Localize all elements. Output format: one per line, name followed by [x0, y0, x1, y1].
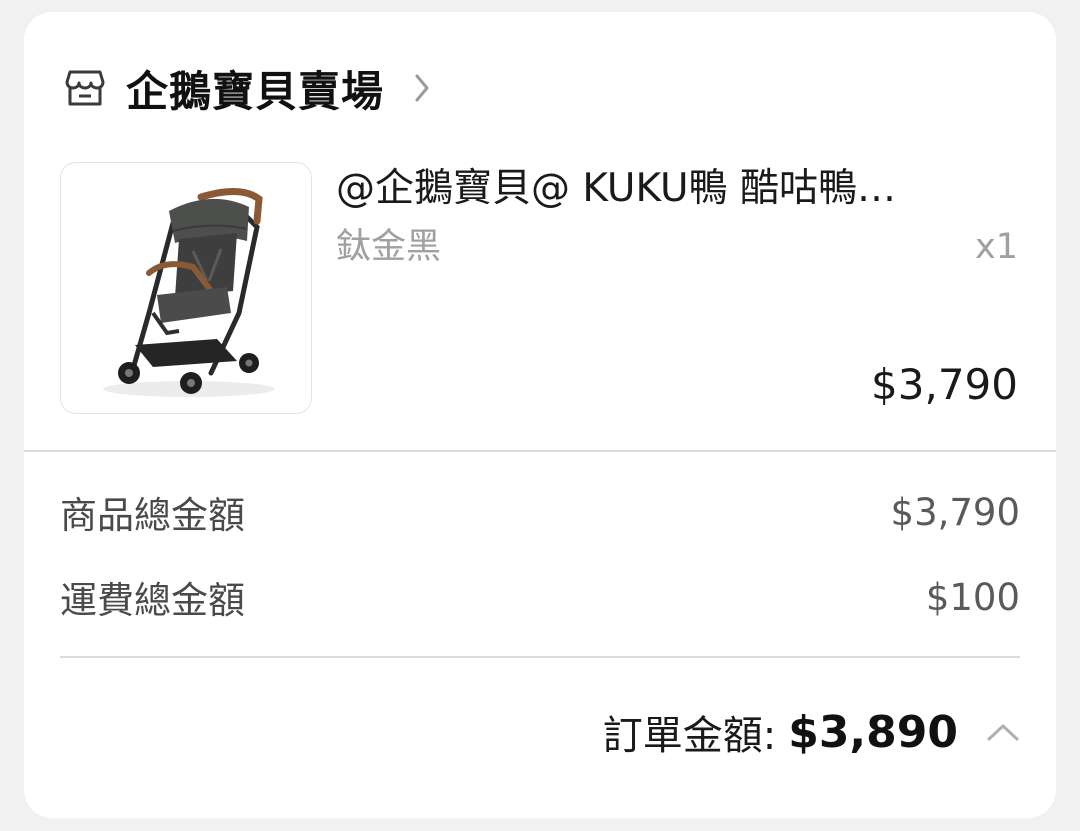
subtotal-value: $3,790 [890, 490, 1020, 534]
product-quantity: x1 [975, 227, 1018, 267]
shipping-row: 運費總金額 $100 [60, 572, 1020, 623]
order-total-value: $3,890 [788, 706, 958, 758]
product-price: $3,790 [871, 360, 1018, 409]
shipping-value: $100 [925, 575, 1020, 619]
shop-header[interactable]: 企鵝寶貝賣場 [64, 60, 438, 116]
product-title[interactable]: @企鵝寶貝@ KUKU鴨 酷咕鴨… [336, 164, 1020, 214]
chevron-up-icon[interactable] [986, 720, 1020, 744]
subtotal-label: 商品總金額 [60, 494, 245, 537]
order-total-label: 訂單金額: [602, 713, 777, 759]
order-card: 企鵝寶貝賣場 @企鵝寶貝@ KUKU鴨 酷咕鴨… 鈦金黑 x1 $3,790 商… [24, 12, 1056, 818]
subtotal-row: 商品總金額 $3,790 [60, 487, 1020, 538]
shop-icon [64, 67, 106, 109]
stroller-illustration [103, 188, 275, 397]
product-image[interactable] [60, 162, 312, 414]
chevron-right-icon [414, 70, 438, 106]
divider [60, 656, 1020, 658]
shipping-label: 運費總金額 [60, 579, 245, 622]
divider [24, 450, 1056, 452]
shop-name: 企鵝寶貝賣場 [126, 66, 385, 116]
order-total-toggle[interactable]: 訂單金額: $3,890 [603, 704, 1020, 760]
product-variant: 鈦金黑 [336, 227, 442, 267]
